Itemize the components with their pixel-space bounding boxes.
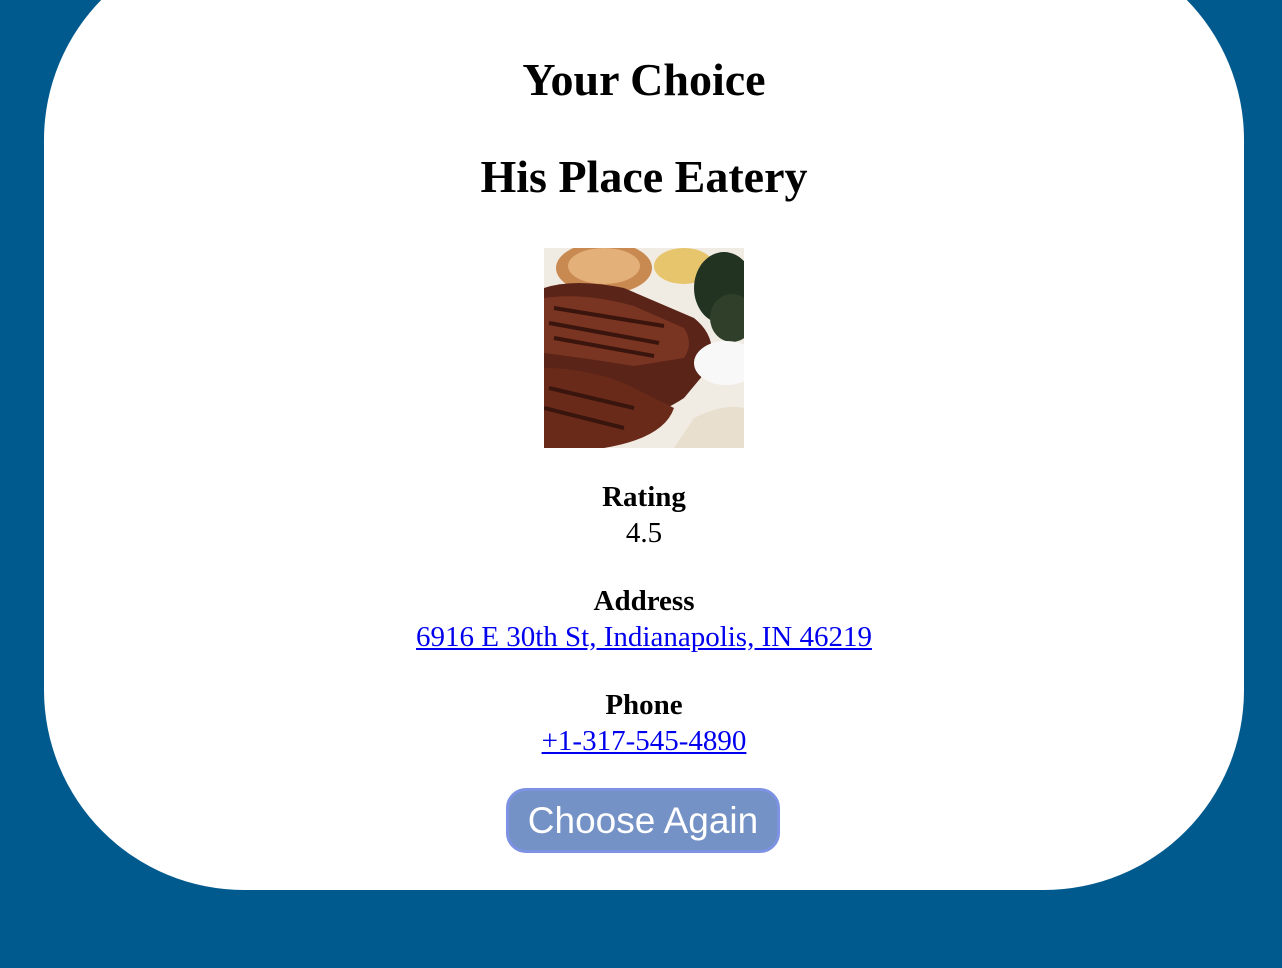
address-link[interactable]: 6916 E 30th St, Indianapolis, IN 46219 bbox=[416, 621, 872, 653]
address-block: Address 6916 E 30th St, Indianapolis, IN… bbox=[44, 583, 1244, 655]
phone-link[interactable]: +1-317-545-4890 bbox=[542, 725, 747, 757]
phone-label: Phone bbox=[605, 689, 683, 721]
rating-label: Rating bbox=[602, 481, 686, 513]
ribs-plate-image bbox=[544, 248, 744, 448]
restaurant-name: His Place Eatery bbox=[480, 151, 808, 202]
rating-block: Rating 4.5 bbox=[44, 479, 1244, 551]
choose-again-button[interactable]: Choose Again bbox=[506, 788, 780, 853]
address-label: Address bbox=[593, 585, 695, 617]
restaurant-photo bbox=[544, 248, 744, 448]
phone-block: Phone +1-317-545-4890 bbox=[44, 687, 1244, 759]
rating-value: 4.5 bbox=[625, 517, 663, 549]
result-card: Your Choice His Place Eatery Rating 4.5 … bbox=[44, 0, 1244, 890]
page-title: Your Choice bbox=[522, 54, 766, 105]
